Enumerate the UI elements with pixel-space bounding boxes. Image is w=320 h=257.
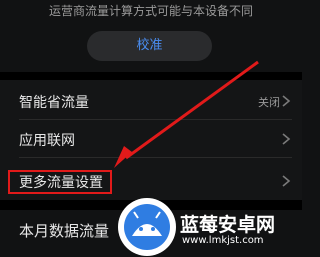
watermark-url: www.lmkjst.com [182, 235, 264, 246]
android-head-icon [132, 211, 162, 236]
watermark-title: 蓝莓安卓网 [180, 214, 276, 236]
